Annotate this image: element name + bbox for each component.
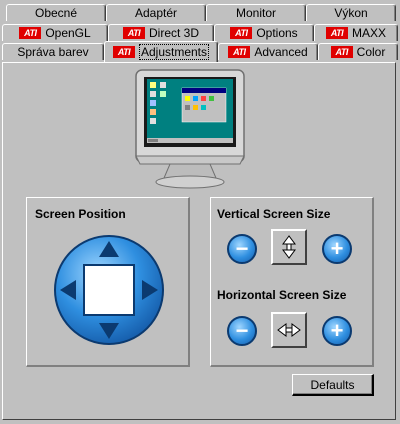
tab-options[interactable]: ATI Options (214, 24, 314, 41)
tab-opengl[interactable]: ATI OpenGL (2, 24, 108, 41)
horizontal-size-indicator (271, 312, 307, 348)
ati-logo-icon: ATI (112, 46, 135, 58)
horizontal-size-decrease-button[interactable]: − (227, 316, 257, 346)
tab-label: Výkon (334, 6, 368, 20)
defaults-label: Defaults (310, 377, 355, 392)
horizontal-size-increase-button[interactable]: + (322, 316, 352, 346)
ati-logo-icon: ATI (325, 27, 348, 39)
tab-label: Color (356, 45, 386, 59)
tab-label: Options (256, 26, 298, 40)
ati-logo-icon: ATI (228, 46, 251, 58)
tab-monitor[interactable]: Monitor (206, 4, 306, 21)
tab-sprava-barev[interactable]: Správa barev (2, 43, 104, 60)
defaults-button[interactable]: Defaults (292, 374, 374, 396)
tab-vykon[interactable]: Výkon (306, 4, 396, 21)
vertical-resize-icon (282, 235, 296, 259)
tab-maxx[interactable]: ATI MAXX (314, 24, 398, 41)
tab-adjustments[interactable]: ATI Adjustments (104, 41, 218, 62)
plus-icon: + (330, 318, 344, 343)
monitor-illustration (135, 69, 245, 189)
tab-row-3: Správa barev ATI Adjustments ATI Advanced … (2, 41, 398, 62)
vertical-size-decrease-button[interactable]: − (227, 234, 257, 264)
tab-label: Obecné (34, 6, 78, 20)
tab-label: OpenGL (45, 26, 91, 40)
ati-logo-icon: ATI (19, 27, 42, 39)
tab-label: Správa barev (17, 45, 89, 59)
tab-label: Advanced (254, 45, 308, 59)
tab-label: Adjustments (138, 44, 210, 60)
tab-label: MAXX (351, 26, 386, 40)
tab-color[interactable]: ATI Color (318, 43, 398, 60)
screen-position-label: Screen Position (35, 207, 126, 221)
position-dpad (54, 235, 164, 345)
horizontal-size-label: Horizontal Screen Size (217, 288, 347, 302)
tab-adapter[interactable]: Adaptér (106, 4, 206, 21)
ati-logo-icon: ATI (330, 46, 353, 58)
tab-advanced[interactable]: ATI Advanced (218, 43, 318, 60)
tab-row-1: Obecné Adaptér Monitor Výkon (2, 4, 396, 23)
plus-icon: + (330, 236, 344, 261)
ati-logo-icon: ATI (122, 27, 145, 39)
minus-icon: − (235, 318, 249, 343)
tab-direct3d[interactable]: ATI Direct 3D (108, 24, 214, 41)
ati-logo-icon: ATI (230, 27, 253, 39)
tab-label: Direct 3D (148, 26, 199, 40)
horizontal-resize-icon (277, 323, 301, 337)
tab-label: Monitor (235, 6, 276, 20)
vertical-size-indicator (271, 229, 307, 265)
tab-label: Adaptér (134, 6, 178, 20)
vertical-size-label: Vertical Screen Size (217, 207, 331, 221)
tab-obecne[interactable]: Obecné (6, 4, 106, 21)
vertical-size-increase-button[interactable]: + (322, 234, 352, 264)
minus-icon: − (235, 236, 249, 261)
